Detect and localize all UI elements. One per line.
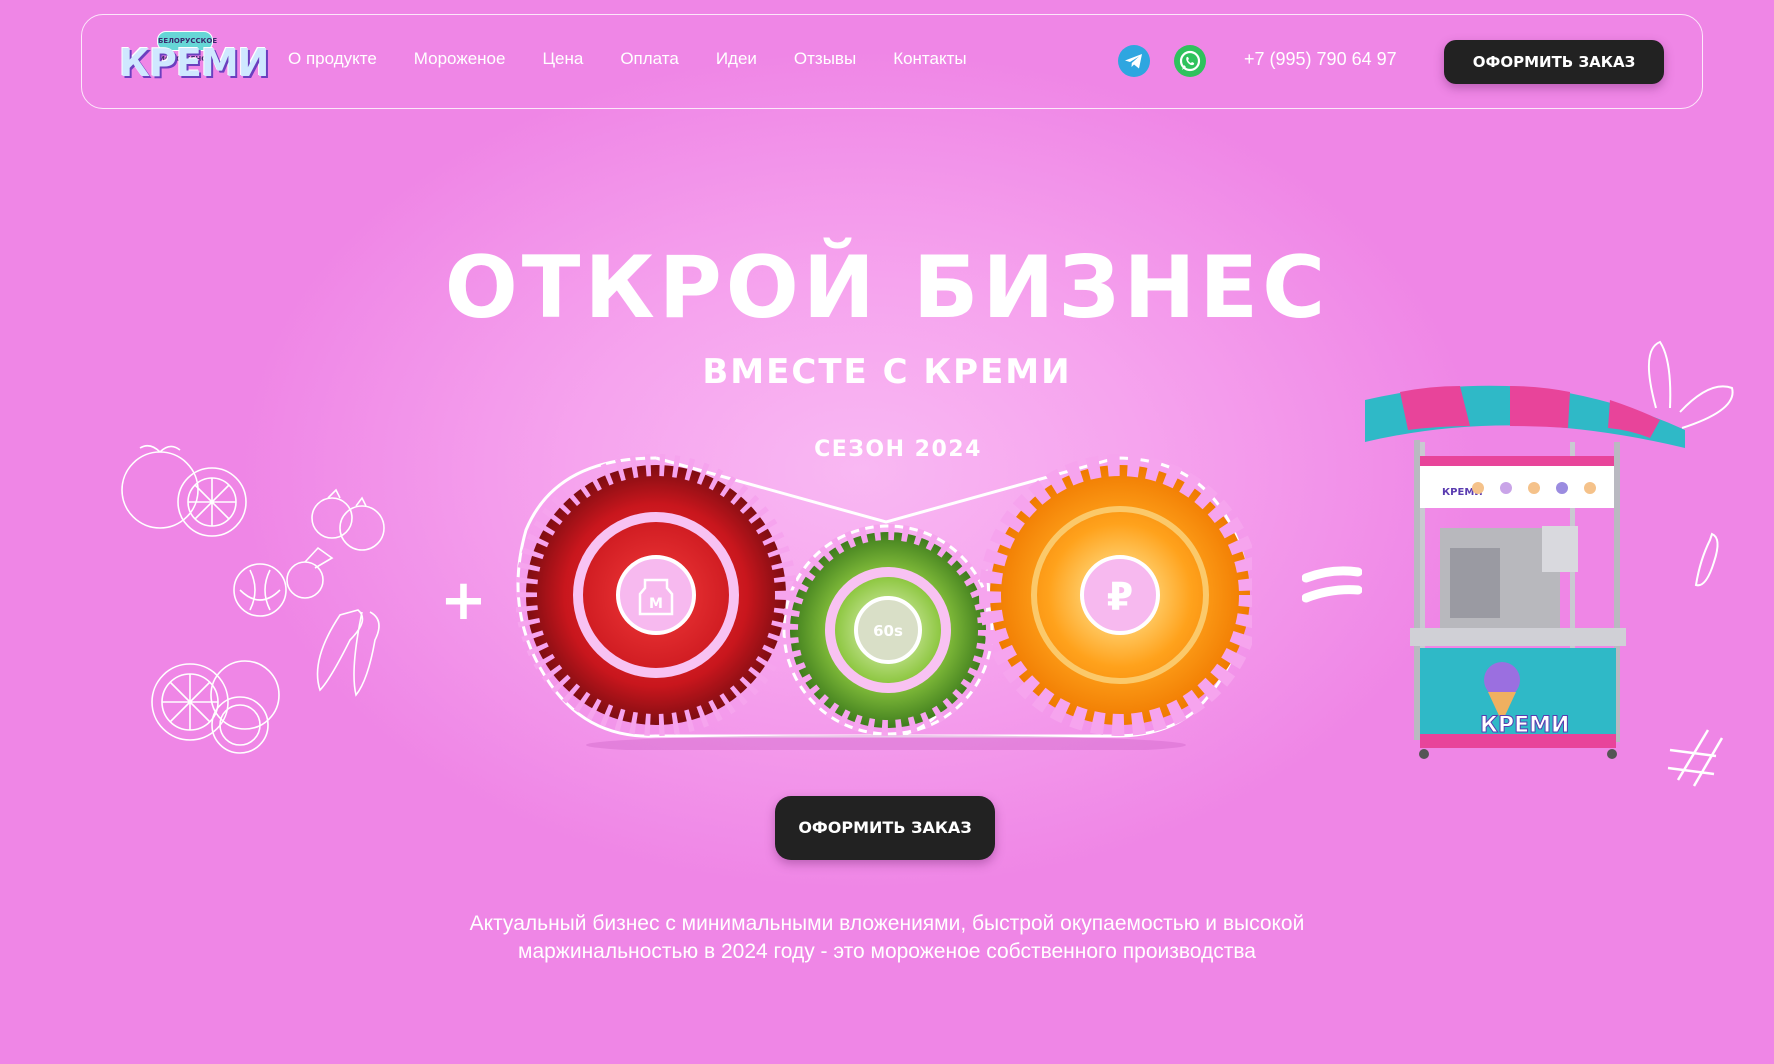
header-order-button[interactable]: ОФОРМИТЬ ЗАКАЗ: [1444, 40, 1664, 84]
ice-cream-kiosk-image: КРЕМИ КРЕМИ: [1365, 340, 1734, 787]
kiwi-circle: 60s: [782, 524, 994, 736]
fruit-sketch-illustration: [121, 444, 385, 754]
nav-item-about[interactable]: О продукте: [288, 49, 377, 69]
equals-sign: [1302, 566, 1362, 603]
logo-text: КРЕМИ: [119, 41, 270, 85]
nav-item-reviews[interactable]: Отзывы: [794, 49, 856, 69]
phone-link[interactable]: +7 (995) 790 64 97: [1244, 49, 1397, 70]
whatsapp-icon[interactable]: [1174, 45, 1206, 77]
svg-text:₽: ₽: [1107, 575, 1133, 619]
formula-graphic: M 60s ₽: [516, 454, 1252, 750]
hero-description: Актуальный бизнес с минимальными вложени…: [0, 910, 1774, 966]
kiosk-brand: КРЕМИ: [1480, 713, 1569, 738]
strawberry-circle: M: [516, 454, 797, 736]
orange-circle: ₽: [979, 454, 1252, 736]
nav-item-ideas[interactable]: Идеи: [716, 49, 757, 69]
telegram-icon[interactable]: [1118, 45, 1150, 77]
nav-item-price[interactable]: Цена: [542, 49, 583, 69]
nav-item-payment[interactable]: Оплата: [620, 49, 678, 69]
logo[interactable]: БЕЛОРУССКОЕ МОРОЖЕНОЕ КРЕМИ: [119, 31, 270, 95]
site-header: БЕЛОРУССКОЕ МОРОЖЕНОЕ КРЕМИ О продукте М…: [81, 14, 1703, 109]
svg-text:M: M: [649, 596, 663, 612]
nav-item-icecream[interactable]: Мороженое: [414, 49, 506, 69]
hero-description-text: Актуальный бизнес с минимальными вложени…: [469, 912, 1305, 963]
plus-sign: +: [440, 568, 487, 633]
main-nav: О продукте Мороженое Цена Оплата Идеи От…: [288, 49, 1004, 69]
hero-title: ОТКРОЙ БИЗНЕС: [444, 238, 1330, 338]
svg-text:60s: 60s: [873, 622, 903, 640]
nav-item-contacts[interactable]: Контакты: [893, 49, 966, 69]
hero-order-button[interactable]: ОФОРМИТЬ ЗАКАЗ: [775, 796, 995, 860]
